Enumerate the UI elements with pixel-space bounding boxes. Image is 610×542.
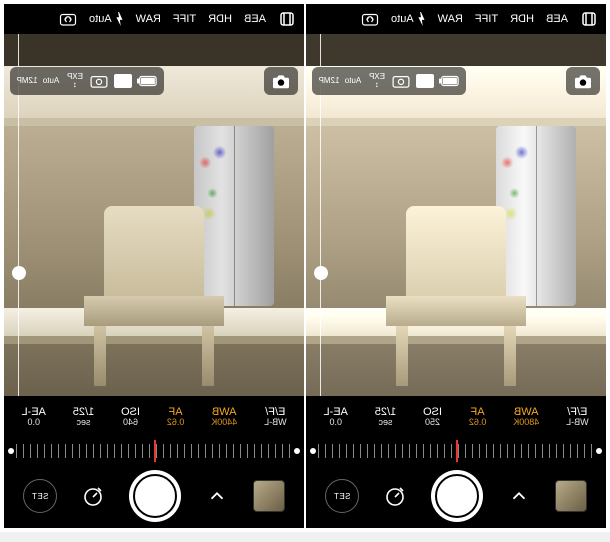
param-af[interactable]: AF0.62 [167,406,185,428]
exposure-knob[interactable] [12,266,26,280]
viewfinder[interactable]: EXP↕ Auto 12MP [306,34,606,396]
aspect-icon[interactable] [112,70,134,92]
expand-up-button[interactable] [505,482,533,510]
param-shutter[interactable]: 1/25sec [375,406,396,428]
aspect-icon[interactable] [414,70,436,92]
ruler-indicator[interactable] [456,440,458,462]
param-ae-lock[interactable]: AE-L0.0 [21,406,45,428]
flash-icon[interactable]: Auto [89,12,124,26]
switch-camera-icon[interactable] [361,10,379,28]
top-mode-bar: AEB HDR TIFF RAW Auto [306,4,606,34]
capture-mode-icon[interactable] [566,67,600,95]
param-wb-lock[interactable]: E/F/WB-L [264,406,287,428]
gallery-thumbnail[interactable] [555,480,587,512]
param-wb-lock[interactable]: E/F/WB-L [566,406,589,428]
mode-tiff[interactable]: TIFF [173,13,196,25]
ruler-endpoint-left [8,448,14,454]
set-button[interactable]: SET [325,479,359,513]
shutter-button[interactable] [431,470,483,522]
exposure-knob[interactable] [314,266,328,280]
comparison-container: AEB HDR TIFF RAW Auto [0,0,610,532]
exp-chip[interactable]: EXP↕ [366,73,388,89]
battery-icon [136,70,158,92]
ruler-endpoint-left [310,448,316,454]
auto-chip[interactable]: Auto [40,77,62,85]
ruler-endpoint-right [596,448,602,454]
top-mode-bar: AEB HDR TIFF RAW Auto [4,4,304,34]
param-awb[interactable]: AWB4800K [513,406,539,428]
ruler-indicator[interactable] [154,440,156,462]
bottom-controls: SET [4,464,304,528]
param-ae-lock[interactable]: AE-L0.0 [323,406,347,428]
bottom-controls: SET [306,464,606,528]
param-shutter[interactable]: 1/25sec [73,406,94,428]
camera-small-icon[interactable] [88,70,110,92]
res-chip[interactable]: 12MP [318,77,340,85]
flash-icon[interactable]: Auto [391,12,426,26]
res-chip[interactable]: 12MP [16,77,38,85]
bracket-mode-icon[interactable] [580,10,598,28]
param-af[interactable]: AF0.62 [469,406,487,428]
viewfinder[interactable]: EXP↕ Auto 12MP [4,34,304,396]
capture-mode-icon[interactable] [264,67,298,95]
battery-icon [438,70,460,92]
gallery-thumbnail[interactable] [253,480,285,512]
auto-chip[interactable]: Auto [342,77,364,85]
param-awb[interactable]: AWB4400K [211,406,237,428]
mode-raw[interactable]: RAW [136,13,161,25]
switch-camera-icon[interactable] [59,10,77,28]
value-ruler[interactable] [306,438,606,464]
set-button[interactable]: SET [23,479,57,513]
bracket-mode-icon[interactable] [278,10,296,28]
param-iso[interactable]: ISO250 [423,406,442,428]
expand-up-button[interactable] [203,482,231,510]
param-iso[interactable]: ISO640 [121,406,140,428]
mode-aeb[interactable]: AEB [546,13,568,25]
mode-hdr[interactable]: HDR [208,13,232,25]
ruler-endpoint-right [294,448,300,454]
timer-button[interactable] [381,482,409,510]
quick-settings-bar: EXP↕ Auto 12MP [10,67,164,95]
camera-small-icon[interactable] [390,70,412,92]
exp-chip[interactable]: EXP↕ [64,73,86,89]
mode-aeb[interactable]: AEB [244,13,266,25]
shutter-button[interactable] [129,470,181,522]
value-ruler[interactable] [4,438,304,464]
parameter-row: E/F/WB-L AWB4800K AF0.62 ISO250 1/25sec … [306,396,606,438]
camera-pane-right: AEB HDR TIFF RAW Auto [306,4,606,528]
mode-raw[interactable]: RAW [438,13,463,25]
mode-hdr[interactable]: HDR [510,13,534,25]
camera-pane-left: AEB HDR TIFF RAW Auto [4,4,304,528]
timer-button[interactable] [79,482,107,510]
quick-settings-bar: EXP↕ Auto 12MP [312,67,466,95]
mode-tiff[interactable]: TIFF [475,13,498,25]
parameter-row: E/F/WB-L AWB4400K AF0.62 ISO640 1/25sec … [4,396,304,438]
